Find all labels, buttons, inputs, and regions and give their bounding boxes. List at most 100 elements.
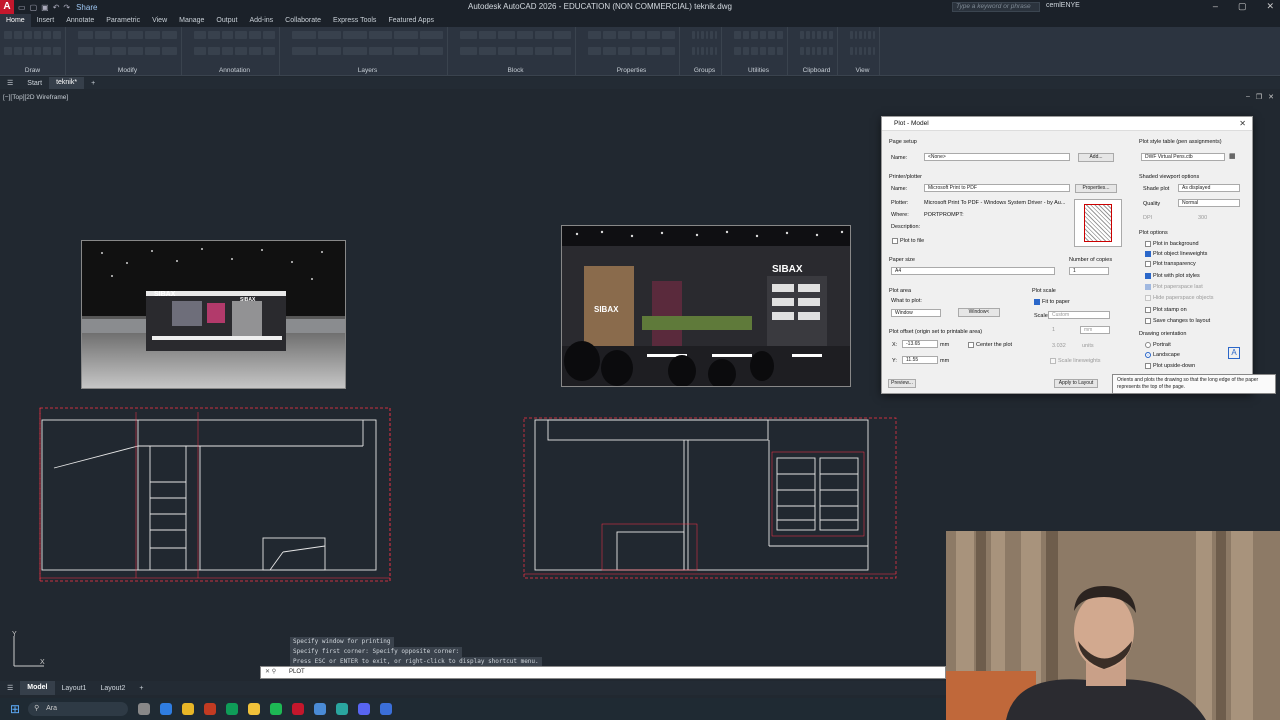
save-icon[interactable]: ▣ [41,3,49,12]
plot-to-file-checkbox[interactable] [892,238,898,244]
ribbon-tab-annotate[interactable]: Annotate [60,14,100,27]
printer-select[interactable]: Microsoft Print to PDF [924,184,1070,192]
ribbon-group-label[interactable]: Groups [688,67,721,74]
paper-size-select[interactable]: A4 [891,267,1055,275]
drawing-tab[interactable]: teknik* [49,77,85,89]
ribbon-group-label[interactable]: Modify [74,67,181,74]
app-icon[interactable] [314,703,327,715]
new-tab-icon[interactable]: + [84,80,102,87]
spotify-icon[interactable] [270,703,283,715]
edit-style-icon[interactable]: ▦ [1229,152,1236,160]
viewport-controls-label[interactable]: [−][Top][2D Wireframe] [3,94,68,101]
ribbon-group-label[interactable]: Layers [288,67,447,74]
windows-start-icon[interactable]: ⊞ [10,702,20,716]
ribbon-tab-express-tools[interactable]: Express Tools [327,14,382,27]
plot-lineweights-checkbox[interactable] [1145,251,1151,257]
save-layout-checkbox[interactable] [1145,318,1151,324]
ribbon-tools[interactable] [4,31,61,61]
ribbon-group-label[interactable]: Annotation [190,67,279,74]
ribbon-tools[interactable] [588,31,675,61]
landscape-radio[interactable] [1145,352,1151,358]
open-icon[interactable]: ▢ [30,3,38,12]
start-tab[interactable]: Start [20,80,49,87]
layout-menu-icon[interactable]: ☰ [0,684,20,692]
discord-icon[interactable] [358,703,371,715]
ribbon-group-label[interactable]: View [846,67,879,74]
upside-down-checkbox[interactable] [1145,363,1151,369]
ribbon-group-label[interactable]: Clipboard [796,67,837,74]
ribbon-tools[interactable] [692,31,717,61]
quality-select[interactable]: Normal [1178,199,1240,207]
apply-to-layout-button[interactable]: Apply to Layout [1054,379,1098,388]
ribbon-tab-home[interactable]: Home [0,14,31,27]
edge-icon[interactable] [160,703,173,715]
close-icon[interactable]: ✕ [1268,93,1274,101]
app-icon-2[interactable] [336,703,349,715]
fit-to-paper-checkbox[interactable] [1034,299,1040,305]
task-view-icon[interactable] [138,703,151,715]
close-icon[interactable]: ✕ [1266,1,1274,12]
layout2-tab[interactable]: Layout2 [93,685,132,692]
new-icon[interactable]: ▭ [18,3,26,12]
ribbon-tab-insert[interactable]: Insert [31,14,61,27]
scale-lineweights-checkbox[interactable] [1050,358,1056,364]
redo-icon[interactable]: ↷ [63,3,70,12]
ribbon-tools[interactable] [734,31,783,61]
plot-stamp-checkbox[interactable] [1145,307,1151,313]
ribbon-tools[interactable] [78,31,177,61]
page-setup-select[interactable]: <None> [924,153,1070,161]
browser-icon[interactable] [226,703,239,715]
ribbon-tab-output[interactable]: Output [210,14,243,27]
ribbon-group-label[interactable]: Utilities [730,67,787,74]
app-icon-3[interactable] [380,703,393,715]
scale-select[interactable]: Custom [1048,311,1110,319]
copies-input[interactable]: 1 [1069,267,1109,275]
autocad-taskbar-icon[interactable] [292,703,305,715]
ribbon-tools[interactable] [292,31,443,61]
restore-icon[interactable]: ❐ [1256,93,1262,101]
add-page-setup-button[interactable]: Add... [1078,153,1114,162]
ribbon-group-label[interactable]: Draw [0,67,65,74]
plot-transparency-checkbox[interactable] [1145,261,1151,267]
close-icon[interactable]: ✕ [1239,117,1246,131]
ribbon-tools[interactable] [460,31,571,61]
center-plot-checkbox[interactable] [968,342,974,348]
minimize-icon[interactable]: – [1246,93,1250,101]
window-pick-button[interactable]: Window< [958,308,1000,317]
command-line-input[interactable]: ✕ ⚲ PLOT [260,666,946,679]
help-search-input[interactable]: Type a keyword or phrase [952,2,1040,12]
portrait-radio[interactable] [1145,342,1151,348]
chrome-icon[interactable] [182,703,195,715]
add-layout-icon[interactable]: + [132,685,150,692]
ribbon-group-label[interactable]: Properties [584,67,679,74]
elevation-drawing-right[interactable] [522,412,902,587]
offset-x-input[interactable]: -13.65 [902,340,938,348]
ribbon-tools[interactable] [194,31,275,61]
share-button[interactable]: Share [76,3,97,12]
ribbon-tab-collaborate[interactable]: Collaborate [279,14,327,27]
model-tab[interactable]: Model [20,681,55,695]
maximize-icon[interactable]: ▢ [1238,1,1247,12]
layout1-tab[interactable]: Layout1 [55,685,94,692]
ribbon-group-label[interactable]: Block [456,67,575,74]
plot-style-select[interactable]: DWF Virtual Pens.ctb [1141,153,1225,161]
user-account[interactable]: cemlENYE [1046,2,1080,9]
ribbon-tab-featured-apps[interactable]: Featured Apps [382,14,440,27]
elevation-drawing-left[interactable] [38,402,398,587]
ribbon-tab-add-ins[interactable]: Add-ins [243,14,279,27]
menu-icon[interactable]: ☰ [0,79,20,87]
ribbon-tab-manage[interactable]: Manage [173,14,210,27]
printer-properties-button[interactable]: Properties... [1075,184,1117,193]
preview-button[interactable]: Preview... [888,379,916,388]
ribbon-tab-view[interactable]: View [146,14,173,27]
command-close-icon[interactable]: ✕ ⚲ [265,667,276,678]
hide-paperspace-checkbox[interactable] [1145,295,1151,301]
ribbon-tools[interactable] [850,31,875,61]
ribbon-tools[interactable] [800,31,833,61]
minimize-icon[interactable]: – [1213,1,1218,12]
file-explorer-icon[interactable] [248,703,261,715]
opera-icon[interactable] [204,703,217,715]
shade-plot-select[interactable]: As displayed [1178,184,1240,192]
taskbar-search[interactable]: ⚲ Ara [28,702,129,716]
plot-background-checkbox[interactable] [1145,241,1151,247]
